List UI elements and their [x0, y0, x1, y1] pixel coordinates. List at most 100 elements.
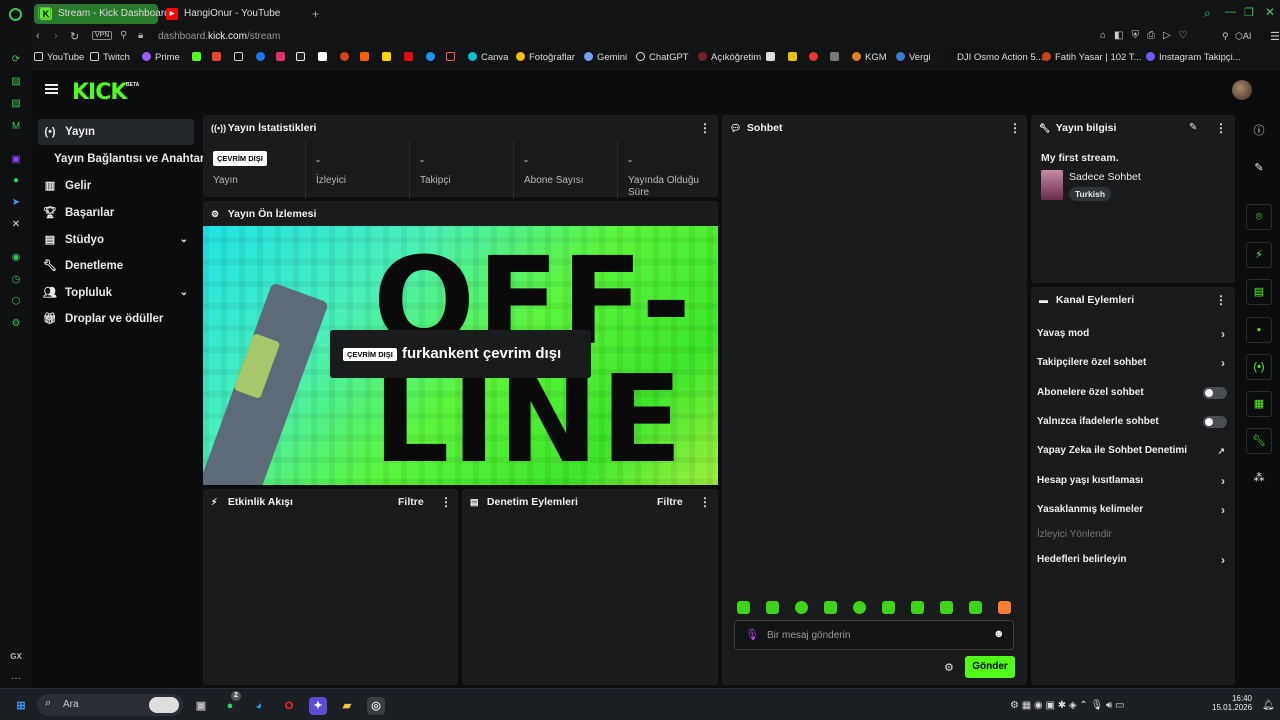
- bookmark-fatih[interactable]: Fatih Yasar | 102 T...: [1042, 51, 1141, 65]
- info-icon[interactable]: ⓘ: [1246, 119, 1272, 145]
- filter-button[interactable]: Filtre: [657, 496, 683, 508]
- music-icon[interactable]: ◉: [9, 251, 23, 265]
- bookmark-doc-icon[interactable]: [234, 51, 247, 65]
- kebab-menu-icon[interactable]: ⋮: [699, 495, 711, 509]
- bookmark-icon[interactable]: [809, 51, 822, 65]
- reload-icon[interactable]: ↻: [70, 30, 79, 43]
- emote-icon[interactable]: [824, 601, 837, 614]
- messenger-icon[interactable]: M: [9, 120, 23, 134]
- minimize-icon[interactable]: —: [1225, 6, 1236, 18]
- bookmark-instagram-icon[interactable]: [276, 51, 289, 65]
- tab-youtube[interactable]: ▶ HangiOnur - YouTube: [160, 4, 290, 24]
- taskbar-search[interactable]: ⌕ Ara: [37, 694, 183, 716]
- opera-icon[interactable]: O: [280, 697, 298, 715]
- bookmark-link-icon[interactable]: [446, 51, 459, 65]
- search-icon[interactable]: ⌕: [1204, 6, 1211, 21]
- opera-gx-icon[interactable]: ◎: [367, 697, 385, 715]
- edit-icon[interactable]: ✎: [1246, 156, 1272, 182]
- bookmark-twitch[interactable]: Twitch: [90, 51, 130, 65]
- nav-studyo[interactable]: ▤ Stüdyo ⌄: [38, 227, 194, 253]
- kebab-menu-icon[interactable]: ⋮: [699, 121, 711, 135]
- tab-manager-icon[interactable]: [38, 7, 51, 19]
- emote-icon[interactable]: [766, 601, 779, 614]
- sidebar-app-icon[interactable]: ▨: [9, 75, 23, 89]
- bookmark-icon[interactable]: [426, 51, 439, 65]
- toolbar-icons[interactable]: ⌂◧⛨⎙▷♡: [1100, 30, 1196, 41]
- restore-icon[interactable]: ❐: [1244, 6, 1254, 19]
- chat-settings-icon[interactable]: ⚙: [944, 661, 954, 674]
- bookmark-dji[interactable]: DJI Osmo Action 5...: [944, 51, 1044, 65]
- category-name[interactable]: Sadece Sohbet: [1069, 171, 1141, 183]
- send-button[interactable]: Gönder: [965, 656, 1015, 678]
- emote-icon[interactable]: [795, 601, 808, 614]
- bookmark-icon[interactable]: [766, 51, 779, 65]
- site-info-icon[interactable]: ⚲: [120, 30, 127, 41]
- menu-icon[interactable]: ☰: [1270, 30, 1280, 43]
- more-icon[interactable]: …: [9, 670, 23, 684]
- wrench-icon[interactable]: 🔧︎: [1246, 428, 1272, 454]
- bookmark-s-icon[interactable]: [382, 51, 395, 65]
- settings-icon[interactable]: ⚙: [9, 317, 23, 331]
- ai-label[interactable]: ⬡AI: [1235, 31, 1251, 42]
- task-view-icon[interactable]: ▣: [192, 697, 210, 715]
- chat-icon[interactable]: ▪: [1246, 317, 1272, 343]
- url-field[interactable]: dashboard.kick.com/stream: [158, 31, 280, 42]
- bookmark-icon[interactable]: [788, 51, 801, 65]
- edge-icon[interactable]: ◕: [250, 697, 268, 715]
- nav-basarilar[interactable]: 🏆︎ Başarılar: [38, 200, 194, 226]
- bookmark-prime[interactable]: Prime: [142, 51, 180, 65]
- emote-icon[interactable]: [737, 601, 750, 614]
- emote-icon[interactable]: [969, 601, 982, 614]
- microphone-icon[interactable]: 🎙︎: [745, 628, 759, 641]
- bookmark-tiktok-icon[interactable]: [296, 51, 309, 65]
- kebab-menu-icon[interactable]: ⋮: [1215, 293, 1227, 307]
- lightning-icon[interactable]: ⚡︎: [1246, 242, 1272, 268]
- bookmark-youtube[interactable]: YouTube: [34, 51, 84, 65]
- action-hesap-yasi[interactable]: Hesap yaşı kısıtlaması ›: [1037, 473, 1227, 489]
- emote-icon[interactable]: [853, 601, 866, 614]
- nav-droplar[interactable]: 🎁︎ Droplar ve ödüller: [38, 306, 194, 332]
- bookmark-chatgpt[interactable]: ChatGPT: [636, 51, 689, 65]
- bookmark-instagram-takipci[interactable]: Instagram Takipçi...: [1146, 51, 1241, 65]
- bookmark-icon[interactable]: [830, 51, 843, 65]
- refresh-sidebar-icon[interactable]: ⟳: [9, 53, 23, 67]
- vpn-badge[interactable]: VPN: [92, 31, 113, 40]
- bookmark-facebook-icon[interactable]: [256, 51, 269, 65]
- twitch-icon[interactable]: ▣: [9, 153, 23, 167]
- sidebar-app-icon[interactable]: ▨: [9, 97, 23, 111]
- tray-icons[interactable]: ⚙ ▦ ◉ ▣ ✱ ◈ ⌃ 🎙︎ 🔊︎ ▭: [1010, 700, 1124, 711]
- emote-icon[interactable]: [911, 601, 924, 614]
- bookmark-gmail-icon[interactable]: [212, 51, 225, 65]
- whatsapp-icon[interactable]: ●: [9, 174, 23, 188]
- x-icon[interactable]: ✕: [9, 218, 23, 232]
- action-abone-sohbet[interactable]: Abonelere özel sohbet: [1037, 385, 1227, 401]
- bookmark-netflix-icon[interactable]: [404, 51, 417, 65]
- kebab-menu-icon[interactable]: ⋮: [1215, 121, 1227, 135]
- filter-button[interactable]: Filtre: [398, 496, 424, 508]
- more-options-icon[interactable]: ⁂: [1246, 466, 1272, 492]
- action-takipci-sohbet[interactable]: Takipçilere özel sohbet ›: [1037, 355, 1227, 371]
- bookmark-vergi[interactable]: Vergi: [896, 51, 931, 65]
- toggle-switch[interactable]: [1203, 387, 1227, 399]
- bookmark-kgm[interactable]: KGM: [852, 51, 887, 65]
- clock[interactable]: 16:40 15.01.2026: [1212, 694, 1252, 712]
- nav-gelir[interactable]: ▥ Gelir: [38, 173, 194, 199]
- back-icon[interactable]: ‹: [36, 30, 40, 42]
- kick-logo[interactable]: KICK: [72, 80, 127, 105]
- file-explorer-icon[interactable]: ▰: [338, 697, 356, 715]
- emote-icon[interactable]: [882, 601, 895, 614]
- bookmark-amazon-icon[interactable]: [318, 51, 331, 65]
- whatsapp-taskbar-icon[interactable]: ● 2: [221, 691, 241, 715]
- telegram-icon[interactable]: ➤: [9, 196, 23, 210]
- bookmark-canva[interactable]: Canva: [468, 51, 508, 65]
- emote-icon[interactable]: [998, 601, 1011, 614]
- edit-icon[interactable]: ✎: [1189, 122, 1197, 133]
- bookmark-fotograflar[interactable]: Fotoğraflar: [516, 51, 575, 65]
- hamburger-menu-icon[interactable]: [45, 84, 58, 94]
- opera-logo-icon[interactable]: [9, 8, 22, 21]
- nav-topluluk[interactable]: 👥︎ Topluluk ⌄: [38, 280, 194, 306]
- forward-icon[interactable]: ›: [54, 30, 58, 42]
- action-hedefler[interactable]: Hedefleri belirleyin ›: [1037, 552, 1227, 568]
- history-icon[interactable]: ◷: [9, 273, 23, 287]
- tab-kick[interactable]: K Stream - Kick Dashboard: [34, 4, 170, 24]
